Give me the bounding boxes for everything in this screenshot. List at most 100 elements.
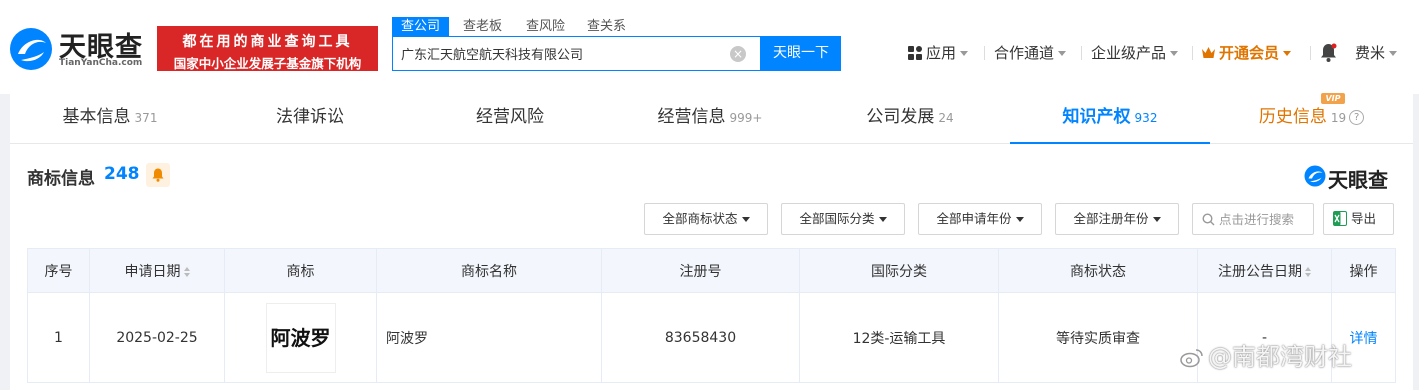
search-tab-relation[interactable]: 查关系: [587, 17, 626, 36]
table-search: [1192, 203, 1314, 235]
cell-status: 等待实质审查: [998, 292, 1198, 383]
col-status: 商标状态: [998, 248, 1198, 293]
vip-badge: VIP: [1321, 93, 1345, 104]
col-label: 注册公告日期: [1218, 263, 1302, 280]
bell-icon: [1321, 43, 1337, 62]
table-header-row: 序号 申请日期 商标 商标名称 注册号 国际分类 商标状态 注册公告日期 操作: [27, 248, 1396, 293]
chevron-down-icon: [1152, 217, 1161, 222]
export-label: 导出: [1351, 211, 1377, 226]
nav-divider: [1310, 46, 1311, 60]
tianyancha-logo[interactable]: 天眼查 TianYanCha.com: [9, 25, 149, 71]
col-trademark-name: 商标名称: [376, 248, 602, 293]
tab-business-risk[interactable]: 经营风险: [410, 92, 610, 144]
top-header: 天眼查 TianYanCha.com 都在用的商业查询工具 国家中小企业发展子基…: [0, 0, 1419, 94]
excel-icon: [1333, 211, 1347, 226]
search-input[interactable]: [401, 37, 721, 70]
nav-apps[interactable]: 应用: [908, 43, 969, 63]
notification-bell[interactable]: [1320, 43, 1337, 63]
subscribe-button[interactable]: [146, 163, 170, 187]
watermark-text: @南都湾财社: [1208, 343, 1352, 371]
filter-reg-year[interactable]: 全部注册年份: [1055, 203, 1179, 235]
col-index: 序号: [27, 248, 90, 293]
col-label: 序号: [44, 263, 73, 280]
nav-vip[interactable]: 开通会员: [1201, 43, 1292, 63]
cell-trademark-name: 阿波罗: [376, 292, 602, 383]
tab-history[interactable]: 历史信息 19?: [1210, 92, 1413, 144]
table-search-input[interactable]: [1219, 204, 1311, 234]
slogan-banner: 都在用的商业查询工具 国家中小企业发展子基金旗下机构: [157, 26, 378, 71]
tab-count: 371: [134, 111, 158, 125]
chevron-down-icon: [1170, 51, 1179, 56]
export-button[interactable]: 导出: [1323, 203, 1394, 235]
col-label: 申请日期: [124, 263, 181, 280]
nav-enterprise-label: 企业级产品: [1091, 44, 1167, 62]
tab-ip[interactable]: 知识产权 932: [1010, 92, 1210, 144]
cell-apply-date: 2025-02-25: [89, 292, 225, 383]
nav-cooperation-label: 合作通道: [994, 44, 1055, 62]
filter-label: 全部国际分类: [799, 211, 875, 226]
tab-legal[interactable]: 法律诉讼: [210, 92, 410, 144]
weibo-watermark: @南都湾财社: [1180, 337, 1352, 372]
col-action: 操作: [1331, 248, 1396, 293]
help-icon[interactable]: ?: [1349, 109, 1365, 125]
col-label: 商标状态: [1070, 263, 1126, 280]
nav-enterprise[interactable]: 企业级产品: [1091, 43, 1179, 63]
slogan-line-1: 都在用的商业查询工具: [182, 34, 353, 50]
search-tab-boss[interactable]: 查老板: [463, 17, 502, 36]
user-menu[interactable]: 费米: [1355, 43, 1398, 63]
trademark-image[interactable]: 阿波罗: [265, 302, 336, 373]
sort-icon[interactable]: [183, 266, 190, 277]
tianyancha-small-logo: 天眼查: [1304, 164, 1404, 192]
nav-cooperation[interactable]: 合作通道: [994, 43, 1067, 63]
nav-divider: [1192, 46, 1193, 60]
col-label: 商标: [286, 263, 315, 280]
slogan-line-2: 国家中小企业发展子基金旗下机构: [173, 56, 362, 71]
weibo-icon: [1180, 349, 1203, 368]
search-tab-company[interactable]: 查公司: [392, 17, 450, 36]
cell-trademark-image: 阿波罗: [224, 292, 377, 383]
search-tab-risk[interactable]: 查风险: [526, 17, 565, 36]
tab-label: 知识产权: [1062, 107, 1131, 127]
nav-divider: [984, 46, 985, 60]
section-count: 248: [104, 164, 140, 184]
tab-count: 932: [1134, 111, 1158, 125]
filter-intl-class[interactable]: 全部国际分类: [781, 203, 905, 235]
search-box: ×: [392, 36, 761, 71]
tab-count: 19: [1330, 111, 1347, 125]
cell-intl-class: 12类-运输工具: [799, 292, 999, 383]
section-title: 商标信息: [27, 169, 95, 189]
col-reg-date[interactable]: 注册公告日期: [1197, 248, 1332, 293]
chevron-down-icon: [960, 51, 969, 56]
logo-mark-icon: [1304, 165, 1326, 187]
tab-label: 经营信息: [657, 107, 726, 127]
small-logo-text: 天眼查: [1328, 168, 1388, 192]
tab-business-info[interactable]: 经营信息 999+: [610, 92, 810, 144]
col-label: 注册号: [679, 263, 722, 280]
nav-apps-label: 应用: [926, 44, 957, 62]
clear-icon[interactable]: ×: [730, 46, 746, 62]
filter-trademark-status[interactable]: 全部商标状态: [644, 203, 768, 235]
chevron-down-icon: [1015, 217, 1024, 222]
chevron-down-icon: [1389, 51, 1398, 56]
chevron-down-icon: [1058, 51, 1067, 56]
chevron-down-icon: [741, 217, 750, 222]
tab-count: 24: [938, 111, 954, 125]
search-icon: [1202, 213, 1215, 226]
col-apply-date[interactable]: 申请日期: [89, 248, 225, 293]
filter-apply-year[interactable]: 全部申请年份: [918, 203, 1042, 235]
detail-link[interactable]: 详情: [1350, 331, 1378, 347]
brand-domain: TianYanCha.com: [59, 58, 143, 68]
tab-basic-info[interactable]: 基本信息 371: [10, 92, 210, 144]
filter-label: 全部注册年份: [1073, 211, 1149, 226]
apps-grid-icon: [908, 46, 922, 60]
company-tabs: 基本信息 371 法律诉讼 经营风险 经营信息 999+ 公司发展 24 知识产权 93…: [10, 92, 1413, 144]
crown-icon: [1202, 47, 1215, 58]
cell-index: 1: [27, 292, 90, 383]
chevron-down-icon: [1283, 51, 1292, 56]
nav-vip-label: 开通会员: [1219, 44, 1280, 62]
search-button[interactable]: 天眼一下: [761, 36, 841, 71]
col-label: 操作: [1349, 263, 1378, 280]
logo-mark-icon: [10, 28, 52, 70]
tab-development[interactable]: 公司发展 24: [810, 92, 1010, 144]
sort-icon[interactable]: [1305, 266, 1311, 277]
